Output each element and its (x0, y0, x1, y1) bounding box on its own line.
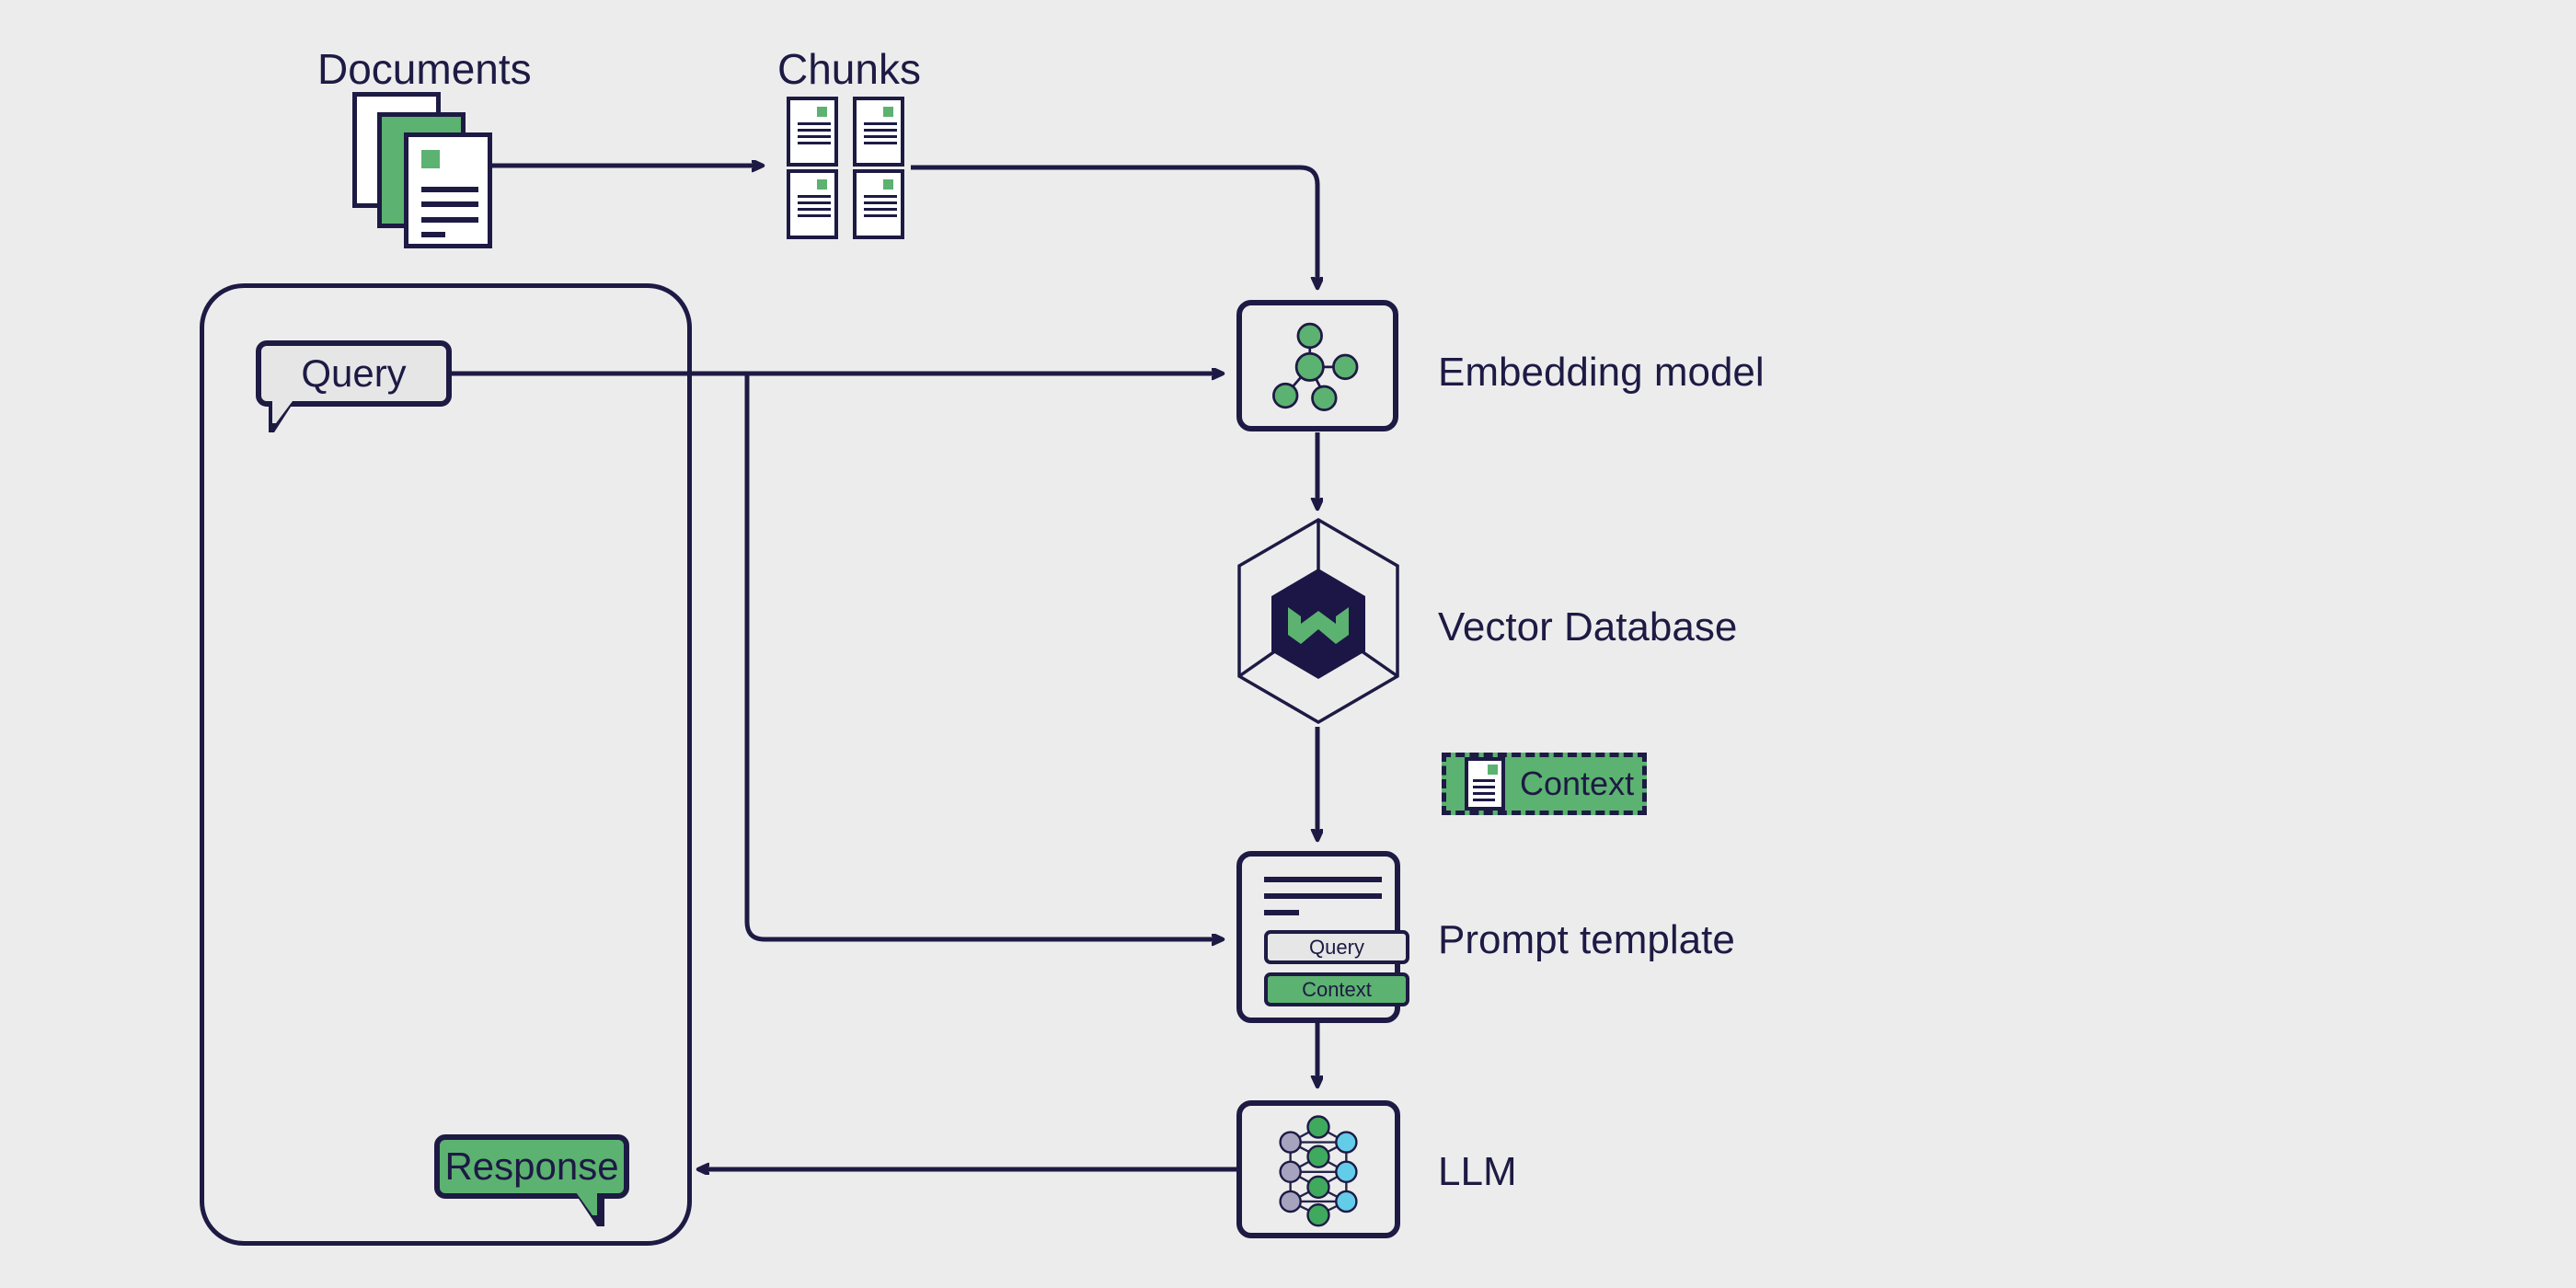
chunk-line (798, 208, 831, 211)
chunk-item (853, 97, 904, 167)
document-line (421, 201, 478, 207)
chunk-line (798, 135, 831, 138)
chunk-line (864, 142, 897, 144)
template-line (1264, 877, 1382, 882)
arrow-query-to-prompt (744, 374, 1222, 939)
template-line-short (1264, 910, 1299, 915)
context-field-label: Context (1302, 977, 1372, 1001)
document-line (1473, 792, 1495, 795)
response-bubble[interactable]: Response (434, 1134, 629, 1199)
document-line (1473, 786, 1495, 788)
arrow-chunks-to-embedding (911, 165, 1317, 287)
document-accent-square (421, 150, 440, 168)
query-bubble[interactable]: Query (256, 340, 452, 407)
document-line (421, 187, 478, 192)
chunk-line (798, 201, 831, 204)
chunk-line (864, 214, 897, 217)
chunk-line (864, 195, 897, 198)
context-field[interactable]: Context (1264, 972, 1409, 1006)
chunk-accent-square (817, 107, 827, 117)
llm-node[interactable] (1236, 1100, 1400, 1238)
template-line (1264, 893, 1382, 899)
chunk-line (798, 129, 831, 132)
documents-heading: Documents (317, 45, 532, 93)
embedding-model-label: Embedding model (1438, 350, 1765, 395)
query-field[interactable]: Query (1264, 930, 1409, 964)
chunk-accent-square (883, 179, 893, 190)
vector-database-node[interactable] (1235, 515, 1402, 727)
chunk-line (864, 208, 897, 211)
chunk-item (787, 97, 838, 167)
document-icon (1465, 757, 1505, 811)
context-badge[interactable]: Context (1442, 753, 1647, 815)
weaviate-hexagon-icon (1237, 517, 1399, 725)
prompt-template-node[interactable]: Query Context (1236, 851, 1409, 1023)
chunks-heading: Chunks (777, 45, 921, 93)
chunk-line (798, 195, 831, 198)
rag-diagram-canvas: Documents Chunks Query Embedding model V… (0, 0, 2576, 1288)
documents-stack-icon (352, 92, 500, 248)
chunk-item (787, 169, 838, 239)
vector-database-label: Vector Database (1438, 604, 1738, 650)
chunk-line (798, 142, 831, 144)
chunk-item (853, 169, 904, 239)
document-line (1473, 799, 1495, 801)
chunk-accent-square (817, 179, 827, 190)
query-field-label: Query (1309, 935, 1364, 959)
document-accent-square (1488, 765, 1498, 775)
embedding-model-node[interactable] (1236, 300, 1398, 431)
query-bubble-tail-fill (272, 401, 293, 423)
response-bubble-tail-fill (576, 1192, 597, 1215)
query-bubble-label: Query (301, 351, 407, 395)
response-bubble-label: Response (444, 1144, 619, 1188)
chunk-line (864, 122, 897, 125)
llm-label: LLM (1438, 1149, 1517, 1194)
chunk-line (864, 201, 897, 204)
document-line-short (421, 232, 445, 237)
chunk-accent-square (883, 107, 893, 117)
document-front (404, 132, 492, 248)
graph-nodes-icon (1271, 322, 1359, 411)
document-line (1473, 779, 1495, 782)
chunks-group-icon (787, 97, 915, 239)
context-badge-label: Context (1520, 765, 1635, 802)
chunk-line (798, 122, 831, 125)
chunk-line (798, 214, 831, 217)
chunk-line (864, 129, 897, 132)
document-line (421, 217, 478, 223)
prompt-template-label: Prompt template (1438, 917, 1735, 962)
neural-network-icon (1279, 1115, 1358, 1227)
chunk-line (864, 135, 897, 138)
